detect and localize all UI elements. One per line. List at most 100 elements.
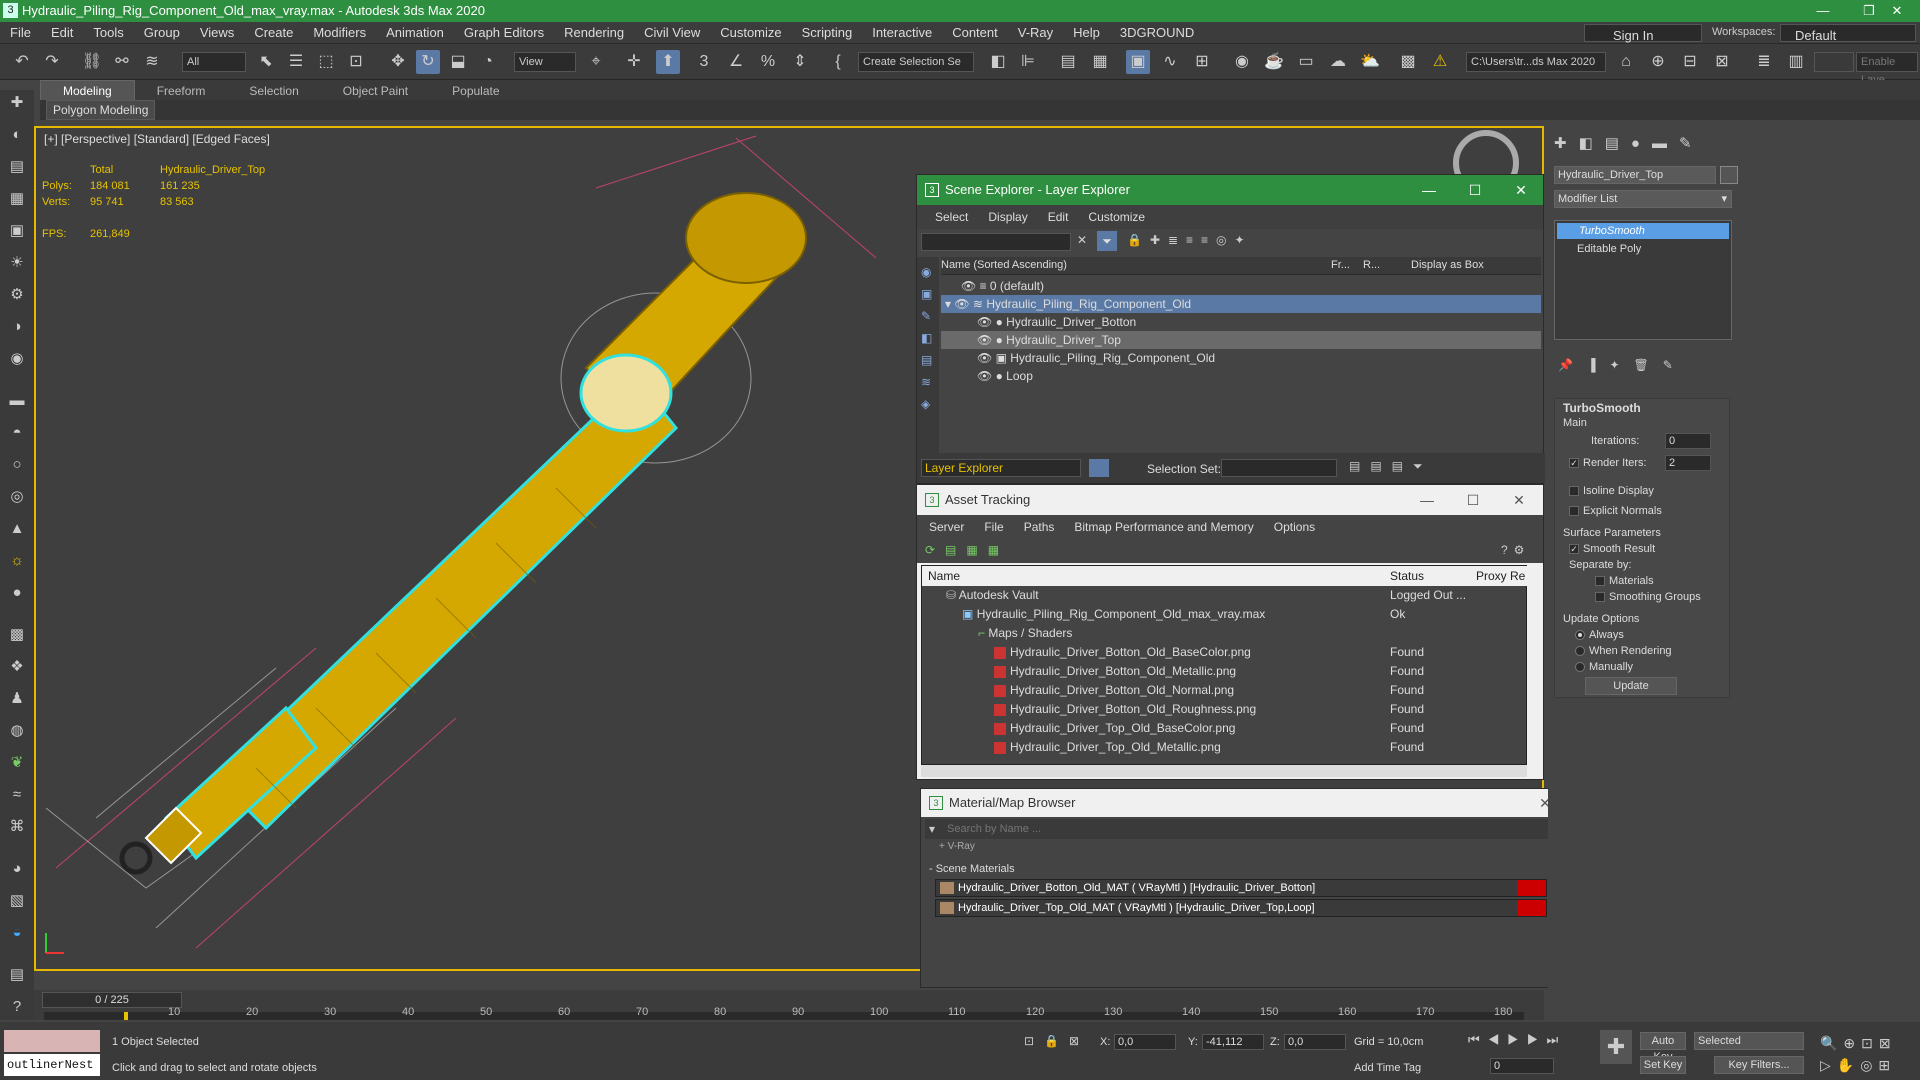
workspace-dropdown[interactable]: Default — [1780, 24, 1916, 43]
isoline-checkbox[interactable] — [1569, 486, 1579, 497]
keyboard-shortcut-icon[interactable]: ⬆ — [656, 50, 680, 74]
render-iterative-icon[interactable]: ⛅ — [1358, 50, 1382, 74]
menu-file[interactable]: File — [0, 22, 41, 44]
selection-key-dropdown[interactable]: Selected — [1694, 1032, 1804, 1050]
eye-icon[interactable]: 👁 ● — [977, 369, 1003, 383]
render-iters-row[interactable]: ✓ Render Iters: — [1569, 457, 1647, 469]
explicit-normals-checkbox[interactable] — [1569, 506, 1579, 517]
list-item[interactable]: ▾ 👁 ≋ Hydraulic_Piling_Rig_Component_Old — [941, 295, 1541, 313]
hair-icon[interactable]: ≈ — [6, 784, 28, 806]
table-row[interactable]: Hydraulic_Driver_Botton_Old_BaseColor.pn… — [994, 643, 1526, 661]
menu-interactive[interactable]: Interactive — [862, 22, 942, 44]
stack-tools-icons[interactable]: 📌▐✦🗑✎ — [1558, 358, 1687, 372]
snaps-toggle-icon[interactable]: 3 — [692, 50, 716, 74]
search-chevron-icon[interactable]: ▾ — [929, 822, 935, 836]
clear-search-icon[interactable]: ✕ — [1077, 233, 1087, 247]
table-row[interactable]: ⌐ Maps / Shaders — [978, 624, 1526, 642]
at-toolbar-icons[interactable]: ⟳▤▦▦ — [925, 543, 1009, 557]
ribbon-tab-modeling[interactable]: Modeling — [40, 80, 135, 102]
ribbon-tab-populate[interactable]: Populate — [430, 81, 521, 101]
list-item[interactable]: Hydraulic_Driver_Top_Old_MAT ( VRayMtl )… — [935, 899, 1547, 917]
particles-icon[interactable]: ❖ — [6, 656, 28, 678]
foliage-icon[interactable]: ❦ — [6, 752, 28, 774]
smoothing-groups-row[interactable]: Smoothing Groups — [1595, 591, 1701, 603]
at-menu-paths[interactable]: Paths — [1014, 515, 1065, 539]
menu-group[interactable]: Group — [134, 22, 190, 44]
layers-icon[interactable]: ≣ — [1752, 50, 1776, 74]
layer-select-icon[interactable]: ⊠ — [1710, 50, 1734, 74]
mirror-icon[interactable]: ◧ — [986, 50, 1010, 74]
enable-layer-field[interactable]: Enable Laye — [1856, 52, 1918, 86]
menu-help[interactable]: Help — [1063, 22, 1110, 44]
geosphere-icon[interactable]: ○ — [6, 454, 28, 476]
link-icon[interactable]: ⛓ — [80, 50, 104, 74]
select-object-icon[interactable]: ⬉ — [254, 50, 278, 74]
se-menu-customize[interactable]: Customize — [1078, 205, 1155, 229]
render-iters-spinner[interactable]: 2 — [1665, 455, 1711, 471]
se-col-name[interactable]: Name (Sorted Ascending) — [941, 259, 1067, 271]
cone-icon[interactable]: ▲ — [6, 518, 28, 540]
eye-icon[interactable]: 👁 ● — [977, 315, 1003, 329]
key-filters-button[interactable]: Key Filters... — [1714, 1056, 1804, 1074]
render-production-icon[interactable]: ☁ — [1326, 50, 1350, 74]
at-menu-file[interactable]: File — [974, 515, 1013, 539]
when-rendering-row[interactable]: When Rendering — [1575, 645, 1672, 657]
set-key-button[interactable]: Set Key — [1640, 1056, 1686, 1074]
selection-filter-dropdown[interactable]: All — [182, 52, 246, 72]
select-manipulate-icon[interactable]: ✛ — [622, 50, 646, 74]
ribbon-tab-selection[interactable]: Selection — [227, 81, 320, 101]
undo-icon[interactable]: ↶ — [10, 50, 34, 74]
curve-editor-icon[interactable]: ∿ — [1158, 50, 1182, 74]
viewport-sphere-icon[interactable]: ◕ — [6, 858, 28, 880]
sun-icon[interactable]: ☼ — [6, 550, 28, 572]
move-icon[interactable]: ✥ — [386, 50, 410, 74]
polygon-modeling-button[interactable]: Polygon Modeling — [46, 100, 156, 120]
smoothing-groups-checkbox[interactable] — [1595, 592, 1605, 603]
shapes-icon[interactable]: ▤ — [6, 156, 28, 178]
isoline-row[interactable]: Isoline Display — [1569, 485, 1654, 497]
menu-graph-editors[interactable]: Graph Editors — [454, 22, 554, 44]
update-button[interactable]: Update — [1585, 677, 1677, 695]
when-rendering-radio[interactable] — [1575, 646, 1585, 657]
manually-row[interactable]: Manually — [1575, 661, 1633, 673]
object-name-field[interactable]: Hydraulic_Driver_Top — [1554, 166, 1716, 184]
scene-explorer-maximize[interactable]: ☐ — [1455, 175, 1495, 205]
always-radio[interactable] — [1575, 630, 1585, 641]
unlink-icon[interactable]: ⚯ — [110, 50, 134, 74]
layer-add-icon[interactable]: ⊕ — [1646, 50, 1670, 74]
scale-icon[interactable]: ⬓ — [446, 50, 470, 74]
globe-icon[interactable]: ◍ — [6, 720, 28, 742]
z-coordinate-field[interactable]: 0,0 — [1284, 1034, 1346, 1050]
close-button[interactable]: ✕ — [1874, 0, 1920, 22]
list-item[interactable]: 👁 ● Hydraulic_Driver_Botton — [941, 313, 1541, 331]
edit-named-sets-icon[interactable]: { — [826, 50, 850, 74]
manually-radio[interactable] — [1575, 662, 1585, 673]
help-icon[interactable]: ? — [6, 996, 28, 1018]
cloth-icon[interactable]: ⌘ — [6, 816, 28, 838]
list-item[interactable]: 👁 ≡ 0 (default) — [941, 277, 1541, 295]
menu-views[interactable]: Views — [190, 22, 244, 44]
systems-icon[interactable]: ◑ — [6, 316, 28, 338]
rollout-title[interactable]: TurboSmooth — [1563, 401, 1641, 415]
redo-icon[interactable]: ↷ — [40, 50, 64, 74]
menu-civil-view[interactable]: Civil View — [634, 22, 710, 44]
helpers-icon[interactable]: ☀ — [6, 252, 28, 274]
window-crossing-icon[interactable]: ⊡ — [344, 50, 368, 74]
material-search-input[interactable] — [947, 821, 1557, 837]
plane-icon[interactable]: ▬ — [6, 390, 28, 412]
menu-create[interactable]: Create — [244, 22, 303, 44]
eye-icon[interactable]: 👁 ▣ — [977, 351, 1007, 365]
biped-icon[interactable]: ♟ — [6, 688, 28, 710]
layers-stack-icon[interactable]: ▥ — [1784, 50, 1808, 74]
smooth-result-row[interactable]: ✓ Smooth Result — [1569, 543, 1655, 555]
se-col-render[interactable]: R... — [1363, 259, 1380, 271]
menu-vray[interactable]: V-Ray — [1008, 22, 1063, 44]
table-row[interactable]: Hydraulic_Driver_Botton_Old_Metallic.png… — [994, 662, 1526, 680]
lights-icon[interactable]: ▦ — [6, 188, 28, 210]
playback-controls[interactable]: ⏮◀▶▶⏭ — [1468, 1032, 1566, 1048]
se-menu-edit[interactable]: Edit — [1038, 205, 1079, 229]
modifier-editable-poly[interactable]: Editable Poly — [1557, 241, 1729, 257]
table-row[interactable]: Hydraulic_Driver_Botton_Old_Roughness.pn… — [994, 700, 1526, 718]
grid-icon[interactable]: ▩ — [6, 624, 28, 646]
selection-set-dropdown[interactable] — [1221, 459, 1337, 477]
